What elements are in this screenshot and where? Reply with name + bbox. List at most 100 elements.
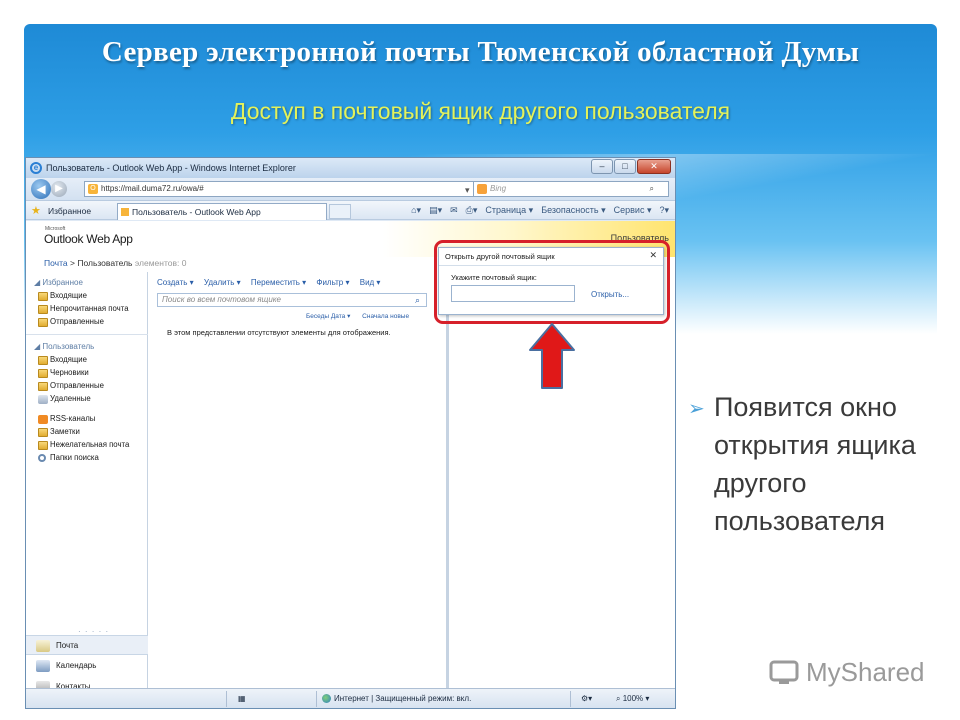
- command-bar: ⌂▾ ▤▾ ✉ ⎙▾ Страница ▾ Безопасность ▾ Сер…: [411, 205, 669, 216]
- item-count: элементов: 0: [134, 258, 187, 268]
- sent-folder-icon: [38, 318, 48, 327]
- nav-section-mailbox[interactable]: ◢ Пользователь: [34, 342, 94, 351]
- rss-icon: [38, 415, 48, 424]
- module-mail-label: Почта: [56, 641, 79, 650]
- status-bar: ▦ Интернет | Защищенный режим: вкл. ⚙▾ ⌕…: [26, 688, 675, 708]
- dropdown-icon[interactable]: ▾: [465, 185, 470, 195]
- close-window-button[interactable]: ✕: [637, 159, 671, 174]
- drafts-folder-icon: [38, 369, 48, 378]
- delete-button[interactable]: Удалить ▾: [204, 278, 241, 287]
- tab-outlook[interactable]: Пользователь - Outlook Web App: [117, 203, 327, 220]
- help-icon[interactable]: ?▾: [659, 205, 669, 216]
- tab-title: Пользователь - Outlook Web App: [132, 207, 261, 217]
- folder-junk[interactable]: Нежелательная почта: [50, 440, 129, 449]
- sort-order-button[interactable]: Сначала новые: [362, 313, 409, 320]
- globe-icon: [322, 694, 331, 704]
- zone-status-text: Интернет | Защищенный режим: вкл.: [334, 694, 472, 703]
- home-icon[interactable]: ⌂▾: [411, 205, 421, 216]
- list-toolbar: Создать ▾ Удалить ▾ Переместить ▾ Фильтр…: [157, 278, 388, 287]
- bullet-arrow-icon: ➢: [688, 398, 705, 420]
- status-separator: [316, 691, 317, 707]
- module-calendar-label: Календарь: [56, 661, 97, 670]
- inbox-folder-icon: [38, 292, 48, 301]
- inbox-folder-icon: [38, 356, 48, 365]
- folder-inbox[interactable]: Входящие: [50, 355, 87, 364]
- cmd-tools[interactable]: Сервис ▾: [614, 205, 652, 216]
- view-button[interactable]: Вид ▾: [360, 278, 381, 287]
- url-input[interactable]: O https://mail.duma72.ru/owa/# ▾ 🔒 ⟳ ✕: [84, 181, 494, 209]
- tab-favicon-icon: [121, 208, 129, 216]
- fav-sent[interactable]: Отправленные: [50, 317, 104, 326]
- breadcrumb: Почта > Пользователь элементов: 0: [44, 258, 186, 268]
- url-text: https://mail.duma72.ru/owa/#: [101, 184, 204, 193]
- mailbox-search-input[interactable]: Поиск во всем почтовом ящике ⌕: [157, 293, 427, 307]
- protected-mode-icon[interactable]: ⚙▾: [581, 694, 592, 703]
- breadcrumb-mail[interactable]: Почта: [44, 258, 68, 268]
- favorites-bar: ★ Избранное Пользователь - Outlook Web A…: [26, 200, 675, 220]
- filter-button[interactable]: Фильтр ▾: [316, 278, 349, 287]
- address-bar: ◀ ▶ O https://mail.duma72.ru/owa/# ▾ 🔒 ⟳…: [26, 178, 675, 209]
- folder-notes[interactable]: Заметки: [50, 427, 80, 436]
- module-mail[interactable]: Почта: [26, 635, 148, 655]
- breadcrumb-current: Пользователь: [77, 258, 133, 268]
- watermark: MyShared: [806, 657, 925, 687]
- folder-rss[interactable]: RSS-каналы: [50, 414, 95, 423]
- cmd-page[interactable]: Страница ▾: [485, 205, 533, 216]
- folder-nav-pane: ◢ Избранное Входящие Непрочитанная почта…: [26, 272, 148, 693]
- calendar-icon: [36, 660, 50, 672]
- zoom-control[interactable]: ⌕ 100% ▾: [616, 694, 649, 704]
- mail-module-icon: [36, 640, 50, 652]
- sort-row: Беседы Дата ▾ Сначала новые: [306, 312, 419, 320]
- back-arrow-icon[interactable]: ◀: [31, 179, 51, 199]
- owa-logo: Outlook Web App: [44, 232, 133, 246]
- mailbox-search-placeholder: Поиск во всем почтовом ящике: [162, 295, 282, 304]
- fav-inbox[interactable]: Входящие: [50, 291, 87, 300]
- folder-search[interactable]: Папки поиска: [50, 453, 99, 462]
- minimize-button[interactable]: –: [591, 159, 613, 174]
- favorites-button[interactable]: Избранное: [48, 206, 91, 216]
- bullet-line-4: пользователя: [714, 506, 885, 536]
- nav-section-favorites[interactable]: ◢ Избранное: [34, 278, 83, 287]
- message-list-pane: Создать ▾ Удалить ▾ Переместить ▾ Фильтр…: [149, 272, 449, 688]
- sent-folder-icon: [38, 382, 48, 391]
- notes-icon: [38, 428, 48, 437]
- cmd-security[interactable]: Безопасность ▾: [541, 205, 605, 216]
- new-tab-button[interactable]: [329, 204, 351, 219]
- folder-sent[interactable]: Отправленные: [50, 381, 104, 390]
- status-separator: [226, 691, 227, 707]
- bullet-line-1: Появится окно: [714, 392, 897, 422]
- search-icon[interactable]: ⌕: [650, 182, 654, 196]
- folder-deleted[interactable]: Удаленные: [50, 394, 91, 403]
- nav-divider: [26, 334, 148, 335]
- ie-logo-icon: e: [30, 162, 42, 174]
- myshared-logo-icon: [769, 660, 799, 684]
- mail-icon[interactable]: ✉: [450, 205, 458, 216]
- unread-folder-icon: [38, 305, 48, 314]
- zone-status: Интернет | Защищенный режим: вкл.: [322, 694, 472, 704]
- zoom-level: 100%: [622, 694, 644, 703]
- forward-arrow-icon[interactable]: ▶: [51, 181, 67, 197]
- red-arrow-icon: [529, 323, 575, 389]
- deleted-folder-icon: [38, 395, 48, 404]
- status-separator: [570, 691, 571, 707]
- window-title: Пользователь - Outlook Web App - Windows…: [46, 163, 296, 173]
- search-folder-icon: [38, 454, 46, 462]
- search-placeholder: Bing: [490, 184, 507, 193]
- slide-subtitle: Доступ в почтовый ящик другого пользоват…: [230, 98, 731, 124]
- print-icon[interactable]: ⎙▾: [466, 205, 478, 216]
- new-button[interactable]: Создать ▾: [157, 278, 194, 287]
- breadcrumb-sep: >: [69, 258, 75, 268]
- folder-drafts[interactable]: Черновики: [50, 368, 89, 377]
- move-button[interactable]: Переместить ▾: [251, 278, 306, 287]
- module-calendar[interactable]: Календарь: [26, 656, 148, 676]
- search-icon[interactable]: ⌕: [415, 294, 420, 306]
- sort-by-button[interactable]: Беседы Дата ▾: [306, 313, 350, 320]
- browser-search-input[interactable]: Bing ⌕: [473, 181, 669, 197]
- bullet-line-3: другого: [714, 468, 807, 498]
- maximize-button[interactable]: □: [614, 159, 636, 174]
- feeds-icon[interactable]: ▤▾: [429, 205, 442, 216]
- bing-icon: [477, 184, 487, 194]
- favorites-star-icon[interactable]: ★: [31, 204, 41, 217]
- fav-unread[interactable]: Непрочитанная почта: [50, 304, 129, 313]
- slide-title: Сервер электронной почты Тюменской облас…: [101, 36, 860, 68]
